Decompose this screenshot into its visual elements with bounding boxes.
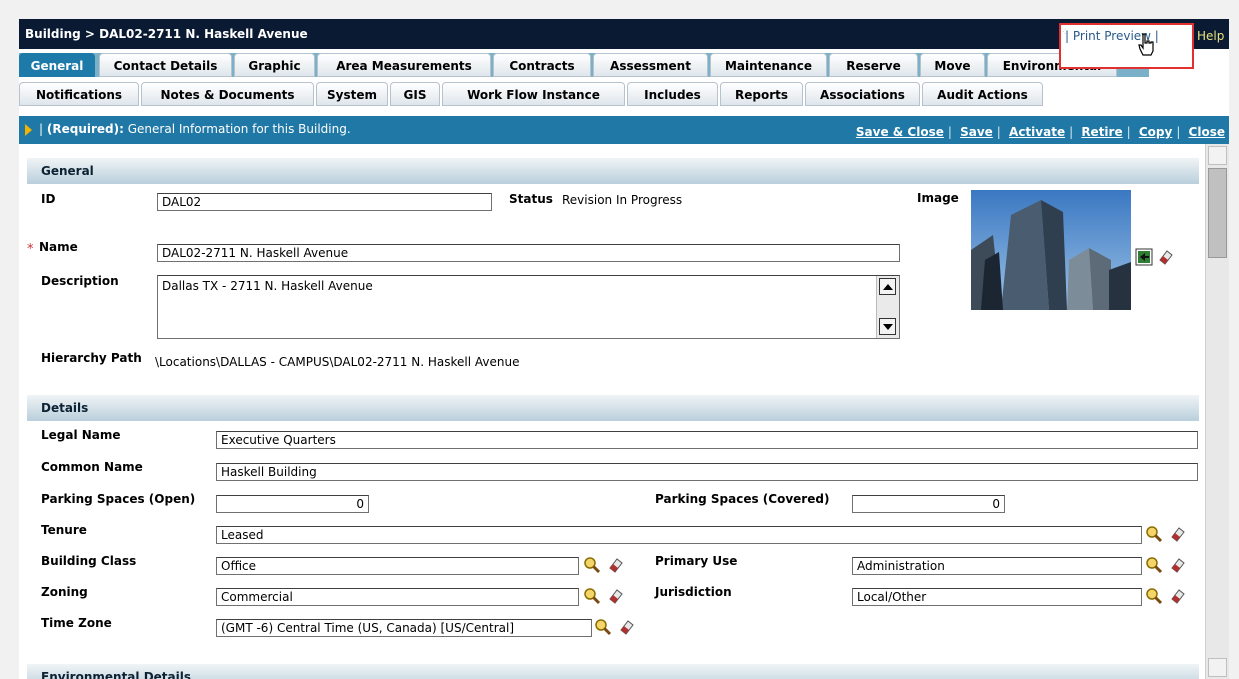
app-window: Building > DAL02-2711 N. Haskell Avenue … <box>19 19 1229 679</box>
activate-link[interactable]: Activate <box>1009 125 1065 139</box>
help-link[interactable]: Help <box>1197 29 1224 43</box>
upload-image-icon[interactable] <box>1135 248 1153 266</box>
description-label: Description <box>41 274 119 288</box>
scroll-down-icon[interactable] <box>879 318 896 335</box>
building-image <box>971 190 1131 310</box>
page-scroll-thumb[interactable] <box>1208 168 1227 258</box>
primary-use-field[interactable]: Administration <box>852 557 1142 575</box>
tab-work-flow-instance[interactable]: Work Flow Instance <box>442 82 625 106</box>
zoning-clear-icon[interactable] <box>607 587 625 605</box>
tab-maintenance[interactable]: Maintenance <box>710 53 827 77</box>
form-content: General ID DAL02 Status Revision In Prog… <box>19 144 1205 679</box>
parking-covered-label: Parking Spaces (Covered) <box>655 492 830 506</box>
name-field[interactable]: DAL02-2711 N. Haskell Avenue <box>157 244 900 262</box>
parking-open-field[interactable]: 0 <box>216 495 369 513</box>
section-environmental-details: Environmental Details <box>27 664 1199 679</box>
scroll-up-icon[interactable] <box>879 278 896 295</box>
image-label: Image <box>917 191 959 205</box>
tab-includes[interactable]: Includes <box>627 82 718 106</box>
id-label: ID <box>41 192 56 206</box>
tenure-field[interactable]: Leased <box>216 526 1142 544</box>
page-scroll-up-icon[interactable] <box>1208 146 1227 165</box>
tab-reports[interactable]: Reports <box>720 82 803 106</box>
tab-contact-details[interactable]: Contact Details <box>99 53 232 77</box>
save-link[interactable]: Save <box>960 125 993 139</box>
tenure-label: Tenure <box>41 523 87 537</box>
required-text: General Information for this Building. <box>127 122 351 136</box>
expand-arrow-icon[interactable] <box>25 124 32 136</box>
jurisdiction-label: Jurisdiction <box>655 585 732 599</box>
section-details: Details <box>27 395 1199 421</box>
tab-gis[interactable]: GIS <box>390 82 440 106</box>
title-bar: Building > DAL02-2711 N. Haskell Avenue <box>19 19 1229 49</box>
tab-graphic[interactable]: Graphic <box>234 53 315 77</box>
building-class-label: Building Class <box>41 554 137 568</box>
action-bar: | (Required): General Information for th… <box>19 116 1229 144</box>
copy-link[interactable]: Copy <box>1139 125 1172 139</box>
clear-image-icon[interactable] <box>1157 248 1175 266</box>
time-zone-label: Time Zone <box>41 616 112 630</box>
hierarchy-path-value: \Locations\DALLAS - CAMPUS\DAL02-2711 N.… <box>155 355 520 369</box>
page-scroll-down-icon[interactable] <box>1208 658 1227 677</box>
section-general: General <box>27 158 1199 184</box>
tab-area-measurements[interactable]: Area Measurements <box>317 53 491 77</box>
tab-notes-documents[interactable]: Notes & Documents <box>141 82 314 106</box>
save-close-link[interactable]: Save & Close <box>856 125 944 139</box>
tenure-clear-icon[interactable] <box>1169 525 1187 543</box>
time-zone-clear-icon[interactable] <box>618 618 636 636</box>
legal-name-label: Legal Name <box>41 428 121 442</box>
building-class-field[interactable]: Office <box>216 557 579 575</box>
close-link[interactable]: Close <box>1189 125 1225 139</box>
zoning-field[interactable]: Commercial <box>216 588 579 606</box>
name-label: Name <box>39 240 78 254</box>
building-class-search-icon[interactable] <box>583 556 601 574</box>
time-zone-field[interactable]: (GMT -6) Central Time (US, Canada) [US/C… <box>216 619 592 637</box>
building-class-clear-icon[interactable] <box>607 556 625 574</box>
tab-general[interactable]: General <box>19 53 95 77</box>
tab-assessment[interactable]: Assessment <box>593 53 708 77</box>
tenure-search-icon[interactable] <box>1145 525 1163 543</box>
primary-use-label: Primary Use <box>655 554 738 568</box>
tab-audit-actions[interactable]: Audit Actions <box>922 82 1043 106</box>
jurisdiction-search-icon[interactable] <box>1145 587 1163 605</box>
required-info: | (Required): General Information for th… <box>39 122 351 136</box>
legal-name-field[interactable]: Executive Quarters <box>216 431 1198 449</box>
required-label: (Required): <box>46 122 124 136</box>
description-textarea[interactable]: Dallas TX - 2711 N. Haskell Avenue <box>157 275 900 339</box>
jurisdiction-field[interactable]: Local/Other <box>852 588 1142 606</box>
status-value: Revision In Progress <box>562 193 683 207</box>
parking-covered-field[interactable]: 0 <box>852 495 1005 513</box>
action-links: Save & Close | Save | Activate | Retire | Co… <box>855 125 1225 139</box>
breadcrumb-title: Building > DAL02-2711 N. Haskell Avenue <box>25 27 308 41</box>
hierarchy-path-label: Hierarchy Path <box>41 351 142 365</box>
hand-cursor-icon <box>1138 33 1154 56</box>
page-scrollbar[interactable] <box>1205 144 1229 679</box>
tab-move[interactable]: Move <box>920 53 985 77</box>
jurisdiction-clear-icon[interactable] <box>1169 587 1187 605</box>
description-scrollbar[interactable] <box>876 276 899 338</box>
tab-reserve[interactable]: Reserve <box>829 53 918 77</box>
common-name-label: Common Name <box>41 460 143 474</box>
primary-use-search-icon[interactable] <box>1145 556 1163 574</box>
zoning-search-icon[interactable] <box>583 587 601 605</box>
required-marker: * <box>27 242 34 257</box>
id-field[interactable]: DAL02 <box>157 193 492 211</box>
time-zone-search-icon[interactable] <box>594 618 612 636</box>
tab-row-primary: General Contact Details Graphic Area Mea… <box>19 53 1149 77</box>
tab-row-secondary: Notifications Notes & Documents System G… <box>19 82 1050 106</box>
tab-notifications[interactable]: Notifications <box>19 82 139 106</box>
primary-use-clear-icon[interactable] <box>1169 556 1187 574</box>
tab-contracts[interactable]: Contracts <box>493 53 591 77</box>
common-name-field[interactable]: Haskell Building <box>216 463 1198 481</box>
tab-associations[interactable]: Associations <box>805 82 920 106</box>
retire-link[interactable]: Retire <box>1081 125 1122 139</box>
tab-system[interactable]: System <box>316 82 388 106</box>
parking-open-label: Parking Spaces (Open) <box>41 492 196 506</box>
status-label: Status <box>509 192 553 206</box>
zoning-label: Zoning <box>41 585 88 599</box>
